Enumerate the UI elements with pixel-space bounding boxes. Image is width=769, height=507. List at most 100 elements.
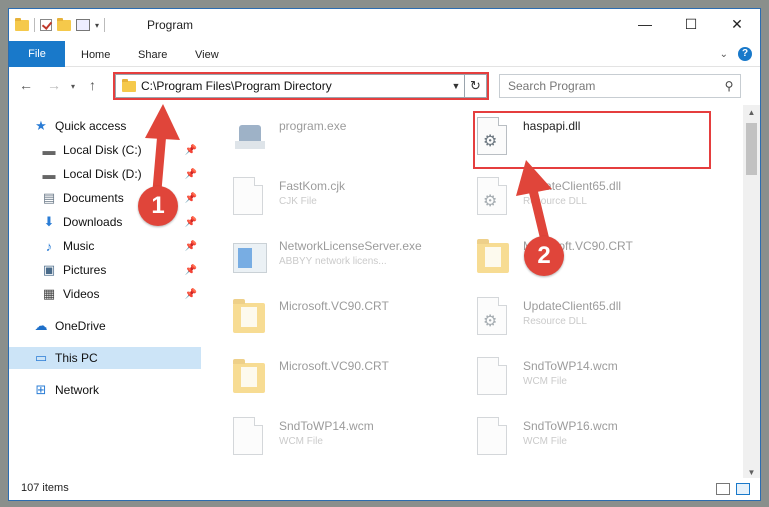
file-item-fastkom[interactable]: FastKom.cjk CJK File xyxy=(233,173,473,231)
file-item-sndtowp14[interactable]: SndToWP14.wcm WCM File xyxy=(233,413,473,471)
music-icon: ♪ xyxy=(45,238,53,254)
drive-icon: ▬ xyxy=(42,142,56,158)
file-item-vc90-crt[interactable]: Microsoft.VC90.CRT xyxy=(233,353,473,411)
computer-icon: ▭ xyxy=(34,350,48,365)
help-icon[interactable]: ? xyxy=(738,47,752,61)
dll-file-icon: ⚙ xyxy=(477,297,513,341)
documents-icon: ▤ xyxy=(42,190,56,205)
ribbon-controls: ⌄ ? xyxy=(720,47,752,61)
sidebar-item-local-disk-c[interactable]: ▬ Local Disk (C:) 📌 xyxy=(9,139,201,161)
file-name: SndToWP14.wcm xyxy=(523,359,618,373)
star-icon: ★ xyxy=(35,118,47,133)
title-bar: ▾ Program — ☐ ✕ xyxy=(9,9,760,41)
pin-icon[interactable]: 📌 xyxy=(185,241,197,252)
expand-ribbon-icon[interactable]: ⌄ xyxy=(720,49,728,60)
new-folder-icon[interactable] xyxy=(57,17,71,31)
file-item-sndtowp14[interactable]: SndToWP14.wcm WCM File xyxy=(477,353,717,411)
file-icon xyxy=(233,417,269,461)
dll-file-icon: ⚙ xyxy=(477,177,513,221)
pictures-icon: ▣ xyxy=(42,262,56,277)
back-arrow-icon[interactable]: ← xyxy=(19,77,33,93)
tab-home[interactable]: Home xyxy=(67,44,124,66)
sidebar-item-local-disk-d[interactable]: ▬ Local Disk (D:) 📌 xyxy=(9,163,201,185)
tab-file[interactable]: File xyxy=(9,41,65,67)
search-icon[interactable]: ⚲ xyxy=(718,79,740,93)
maximize-button[interactable]: ☐ xyxy=(668,9,714,39)
file-type: WCM File xyxy=(523,376,567,387)
file-item-networklicenseserver[interactable]: NetworkLicenseServer.exe ABBYY network l… xyxy=(233,233,473,291)
ribbon-tabs: File Home Share View ⌄ ? xyxy=(9,41,760,67)
vertical-scrollbar[interactable]: ▲ ▼ xyxy=(743,105,760,481)
file-type: CJK File xyxy=(279,196,317,207)
file-name: UpdateClient65.dll xyxy=(523,299,622,313)
sidebar-item-label: Network xyxy=(55,383,100,397)
file-item-vc90-crt[interactable]: Microsoft.VC90.CRT xyxy=(477,233,717,291)
network-icon: ⊞ xyxy=(35,382,47,397)
file-item-program-exe[interactable]: program.exe xyxy=(233,113,473,171)
file-item-updateclient65[interactable]: ⚙ UpdateClient65.dll Resource DLL xyxy=(477,173,717,231)
sidebar-item-label: OneDrive xyxy=(55,319,106,333)
sidebar-item-music[interactable]: ♪ Music 📌 xyxy=(9,235,201,257)
pin-icon[interactable]: 📌 xyxy=(185,193,197,204)
tiles-view-icon[interactable] xyxy=(736,483,750,495)
file-type: WCM File xyxy=(279,436,323,447)
sidebar-item-label: Documents xyxy=(63,191,124,205)
minimize-button[interactable]: — xyxy=(622,9,668,39)
sidebar-item-this-pc[interactable]: ▭ This PC xyxy=(9,347,201,369)
toolbar-separator xyxy=(34,18,35,32)
sidebar-item-label: Quick access xyxy=(55,119,127,133)
tab-share[interactable]: Share xyxy=(124,44,181,66)
chevron-down-icon[interactable]: ▾ xyxy=(95,21,99,30)
app-icon xyxy=(233,237,269,281)
sidebar-item-onedrive[interactable]: ☁ OneDrive xyxy=(9,315,201,337)
folder-icon xyxy=(15,17,29,31)
file-item-updateclient65[interactable]: ⚙ UpdateClient65.dll Resource DLL xyxy=(477,293,717,351)
properties-check-icon[interactable] xyxy=(40,19,52,31)
file-type: Resource DLL xyxy=(523,316,587,327)
navigation-bar: ← → ▾ ↑ C:\Program Files\Program Directo… xyxy=(9,71,760,103)
toolbar-separator xyxy=(104,18,106,32)
sidebar-item-pictures[interactable]: ▣ Pictures 📌 xyxy=(9,259,201,281)
file-type: Resource DLL xyxy=(523,196,587,207)
pin-icon[interactable]: 📌 xyxy=(185,265,197,276)
sidebar-item-network[interactable]: ⊞ Network xyxy=(9,379,201,401)
pin-icon[interactable]: 📌 xyxy=(185,169,197,180)
window-controls: — ☐ ✕ xyxy=(622,9,760,39)
pin-icon[interactable]: 📌 xyxy=(185,217,197,228)
file-name: Microsoft.VC90.CRT xyxy=(279,299,389,313)
details-view-icon[interactable] xyxy=(716,483,730,495)
file-name: FastKom.cjk xyxy=(279,179,346,193)
file-explorer-window: ▾ Program — ☐ ✕ File Home Share View ⌄ ?… xyxy=(8,8,761,501)
customize-icon[interactable] xyxy=(76,19,90,31)
file-name: Microsoft.VC90.CRT xyxy=(279,359,389,373)
search-input[interactable] xyxy=(508,79,718,93)
tab-view[interactable]: View xyxy=(181,44,233,66)
sidebar-item-label: Videos xyxy=(63,287,100,301)
file-type: WCM File xyxy=(523,436,567,447)
folder-icon xyxy=(233,357,269,401)
videos-icon: ▦ xyxy=(42,286,56,301)
file-name: NetworkLicenseServer.exe xyxy=(279,239,422,253)
file-name: UpdateClient65.dll xyxy=(523,179,622,193)
item-count: 107 items xyxy=(21,482,69,494)
forward-arrow-icon[interactable]: → xyxy=(47,77,61,93)
up-arrow-icon[interactable]: ↑ xyxy=(89,77,96,93)
recent-locations-icon[interactable]: ▾ xyxy=(71,82,75,91)
step-1-badge: 1 xyxy=(138,186,178,226)
folder-icon xyxy=(233,297,269,341)
pin-icon[interactable]: 📌 xyxy=(185,145,197,156)
status-bar: 107 items xyxy=(9,478,760,500)
file-item-sndtowp16[interactable]: SndToWP16.wcm WCM File xyxy=(477,413,717,471)
sidebar-item-label: This PC xyxy=(55,351,98,365)
scroll-up-icon[interactable]: ▲ xyxy=(743,105,760,121)
pin-icon[interactable]: 📌 xyxy=(185,289,197,300)
cloud-icon: ☁ xyxy=(34,318,48,333)
file-type: ABBYY network licens... xyxy=(279,256,387,267)
scroll-thumb[interactable] xyxy=(746,123,757,175)
sidebar-item-label: Local Disk (D:) xyxy=(63,167,142,181)
sidebar-item-quick-access[interactable]: ★ Quick access xyxy=(9,115,201,137)
close-button[interactable]: ✕ xyxy=(714,9,760,39)
sidebar-item-videos[interactable]: ▦ Videos 📌 xyxy=(9,283,201,305)
search-box[interactable]: ⚲ xyxy=(499,74,741,98)
file-item-vc90-crt[interactable]: Microsoft.VC90.CRT xyxy=(233,293,473,351)
